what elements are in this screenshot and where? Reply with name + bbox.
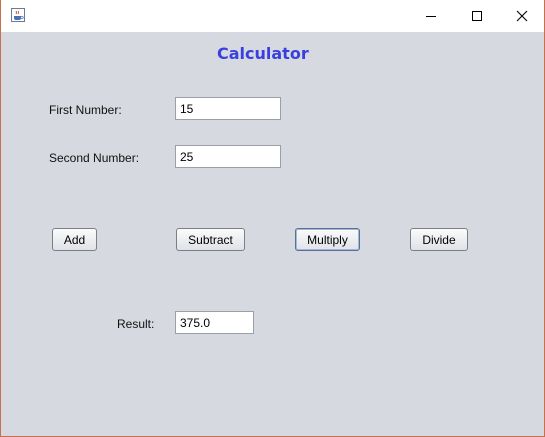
- subtract-button[interactable]: Subtract: [176, 228, 245, 251]
- first-number-input[interactable]: [175, 97, 281, 120]
- form-panel: Calculator First Number: Second Number: …: [1, 32, 544, 436]
- result-label: Result:: [117, 317, 155, 331]
- first-number-label: First Number:: [49, 103, 122, 117]
- multiply-button[interactable]: Multiply: [295, 228, 360, 251]
- second-number-label: Second Number:: [49, 151, 140, 165]
- title-bar[interactable]: [1, 0, 544, 32]
- java-cup-icon: [11, 8, 25, 22]
- minimize-icon[interactable]: [408, 0, 454, 32]
- maximize-icon[interactable]: [454, 0, 500, 32]
- add-button[interactable]: Add: [52, 228, 97, 251]
- calculator-window: Calculator First Number: Second Number: …: [0, 0, 545, 437]
- page-title: Calculator: [217, 44, 309, 63]
- result-field[interactable]: [175, 311, 254, 334]
- close-icon[interactable]: [499, 0, 545, 32]
- second-number-input[interactable]: [175, 145, 281, 168]
- divide-button[interactable]: Divide: [410, 228, 468, 251]
